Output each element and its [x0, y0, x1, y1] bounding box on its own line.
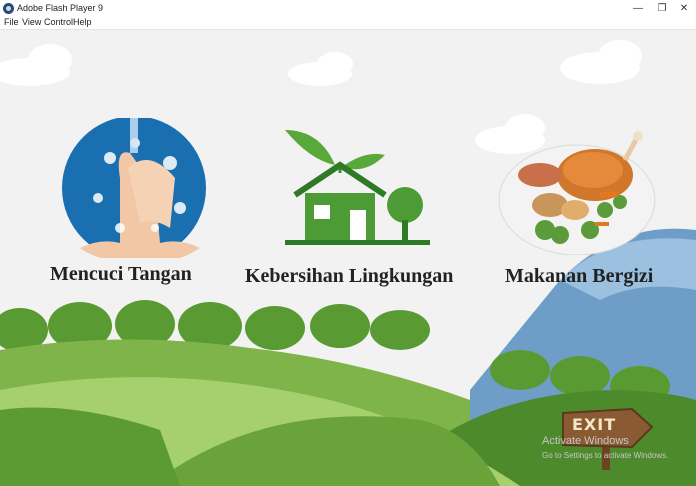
flash-stage: Mencuci Tangan Kebersihan Lingkungan Mak… [0, 30, 696, 486]
mencuci-tangan-label: Mencuci Tangan [50, 263, 192, 285]
close-button[interactable]: ✕ [670, 0, 696, 17]
menu-control[interactable]: Control [44, 17, 73, 28]
activate-windows-subtitle: Go to Settings to activate Windows. [542, 451, 669, 460]
window-title: Adobe Flash Player 9 [17, 3, 104, 13]
green-house-icon [285, 130, 430, 245]
hand-washing-icon [62, 118, 206, 258]
flash-player-icon [3, 3, 14, 14]
kebersihan-lingkungan-button[interactable]: Kebersihan Lingkungan [245, 125, 470, 295]
menu-file[interactable]: File [4, 17, 19, 28]
food-plate-icon [498, 131, 656, 255]
exit-label: EXIT [572, 415, 617, 434]
makanan-bergizi-label: Makanan Bergizi [505, 265, 654, 287]
menu-help[interactable]: Help [73, 17, 92, 28]
kebersihan-lingkungan-label: Kebersihan Lingkungan [245, 265, 454, 287]
mencuci-tangan-button[interactable]: Mencuci Tangan [45, 118, 225, 298]
activate-windows-title: Activate Windows [542, 435, 629, 447]
makanan-bergizi-button[interactable]: Makanan Bergizi [495, 130, 675, 300]
title-bar: Adobe Flash Player 9 — ❐ ✕ [0, 0, 696, 17]
menu-bar: File View Control Help [0, 17, 696, 30]
menu-view[interactable]: View [22, 17, 41, 28]
